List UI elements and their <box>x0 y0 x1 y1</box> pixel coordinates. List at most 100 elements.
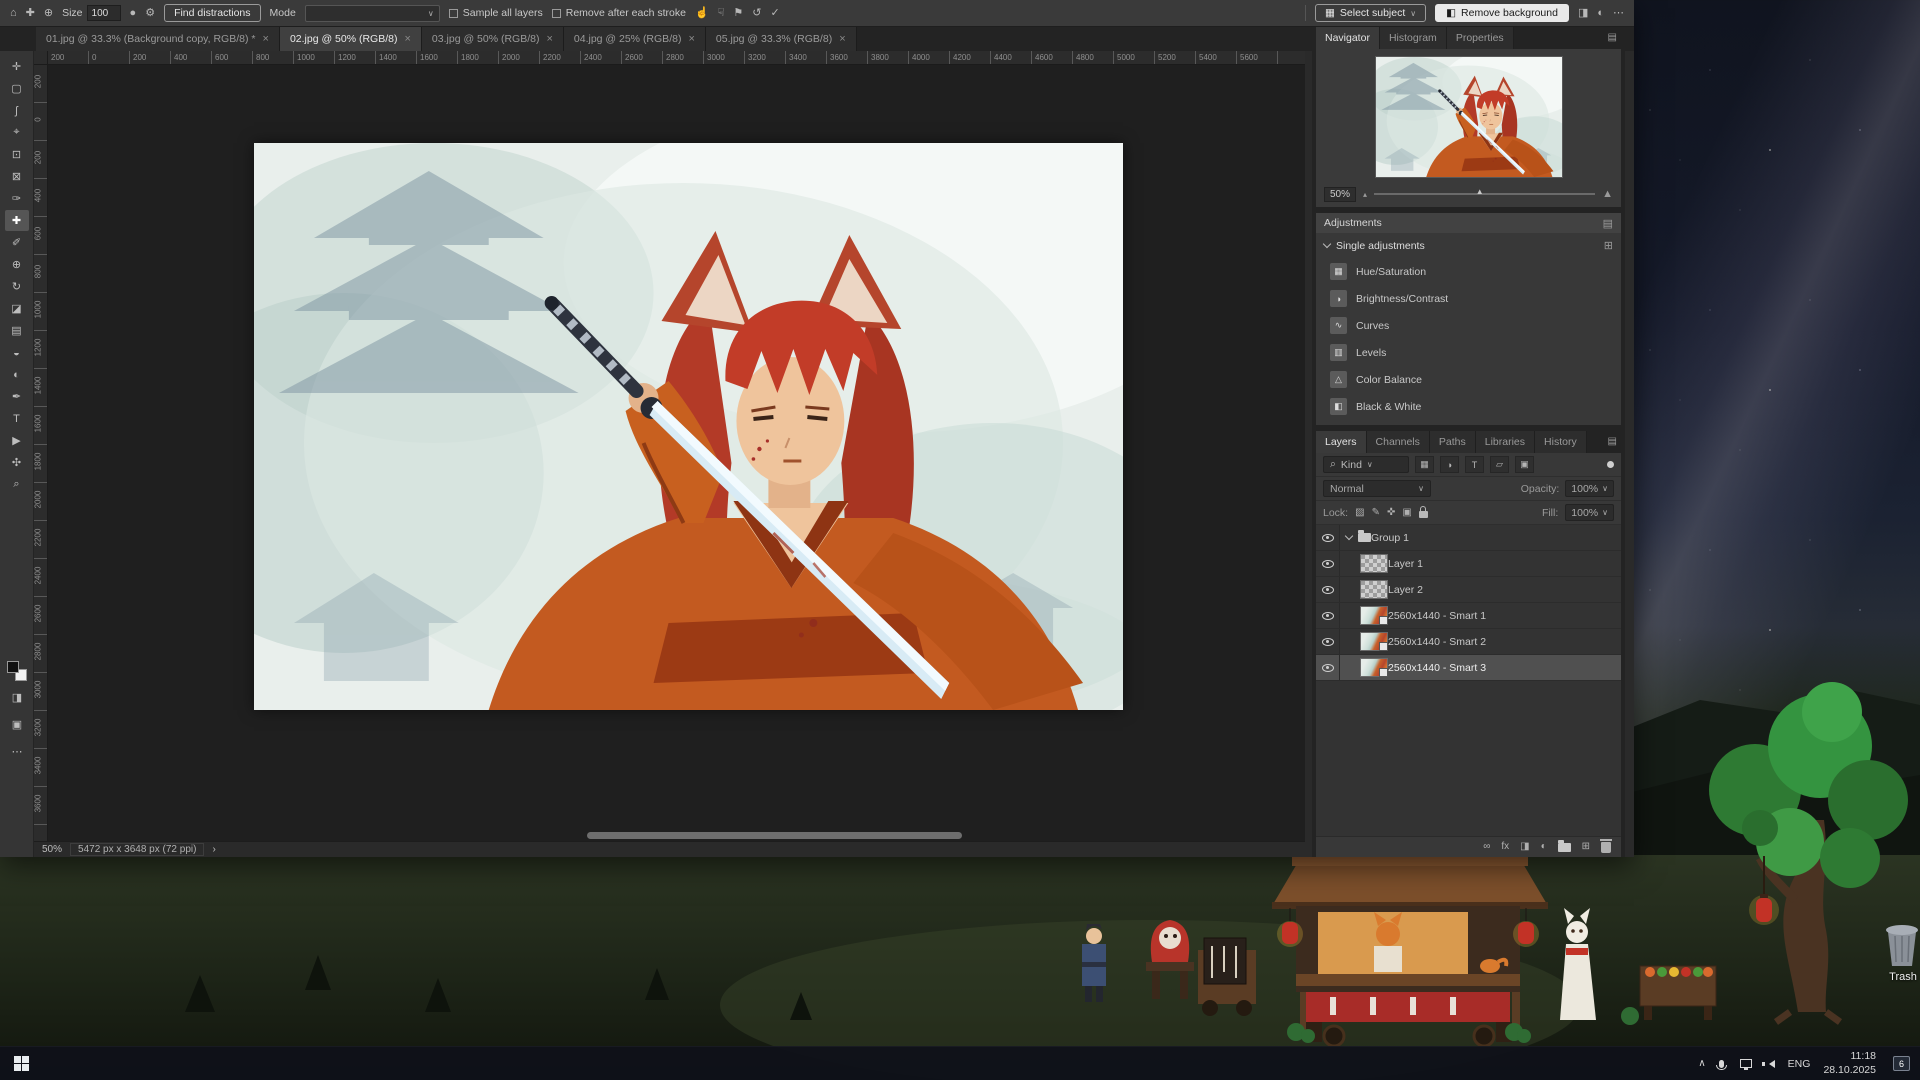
brush-tool[interactable]: ✐ <box>5 232 29 253</box>
notification-badge[interactable]: 6 <box>1893 1056 1910 1071</box>
tray-expand-icon[interactable]: ∧ <box>1698 1058 1705 1069</box>
zoom-in-icon[interactable]: ▲ <box>1602 188 1613 200</box>
pen-tool[interactable]: ✒ <box>5 386 29 407</box>
remove-tool[interactable]: ✚ <box>5 210 29 231</box>
link-layers-icon[interactable]: ∞ <box>1483 842 1490 852</box>
mask-icon[interactable]: ◨ <box>1578 8 1588 19</box>
gradient-tool[interactable]: ▤ <box>5 320 29 341</box>
select-subject-button[interactable]: ▦ Select subject ∨ <box>1315 4 1426 22</box>
color-swatches[interactable] <box>7 661 27 681</box>
layer-row[interactable]: 2560x1440 - Smart 3 <box>1316 655 1621 681</box>
navigator-zoom-value[interactable]: 50% <box>1324 187 1356 202</box>
contrast-icon[interactable]: ◐ <box>1597 8 1604 19</box>
visibility-toggle[interactable] <box>1316 603 1340 628</box>
more-options-icon[interactable]: ⋯ <box>1613 8 1624 19</box>
filter-toggle[interactable] <box>1607 461 1614 468</box>
brush-tip-icon[interactable]: ● <box>130 8 137 19</box>
navigator-thumbnail[interactable] <box>1375 56 1563 178</box>
lock-position-icon[interactable]: ✜ <box>1387 508 1395 518</box>
type-tool[interactable]: T <box>5 408 29 429</box>
gear-icon[interactable]: ⚙ <box>145 8 155 19</box>
tab-properties[interactable]: Properties <box>1447 27 1514 49</box>
new-group-icon[interactable] <box>1558 843 1571 852</box>
clock[interactable]: 11:18 28.10.2025 <box>1823 1050 1876 1076</box>
close-icon[interactable]: × <box>263 33 269 45</box>
opacity-value[interactable]: 100% ∨ <box>1565 480 1614 497</box>
adjustment-item[interactable]: ▦ Hue/Saturation <box>1316 258 1621 285</box>
chevron-down-icon[interactable] <box>1345 532 1353 540</box>
blend-mode-dropdown[interactable]: Normal ∨ <box>1323 480 1431 497</box>
lock-transparency-icon[interactable]: ▨ <box>1355 508 1364 518</box>
move-tool[interactable]: ✛ <box>5 56 29 77</box>
adjustment-layer-icon[interactable]: ◐ <box>1541 842 1547 852</box>
document-tab[interactable]: 05.jpg @ 33.3% (RGB/8) × <box>706 27 857 51</box>
visibility-toggle[interactable] <box>1316 525 1340 550</box>
layer-thumbnail[interactable] <box>1360 554 1388 573</box>
status-caret-icon[interactable]: › <box>212 844 215 855</box>
home-icon[interactable]: ⌂ <box>10 8 17 19</box>
foreground-color-swatch[interactable] <box>7 661 19 673</box>
volume-icon[interactable] <box>1765 1060 1775 1068</box>
windows-start-button[interactable] <box>14 1056 29 1071</box>
lock-pixels-icon[interactable]: ✎ <box>1372 508 1380 518</box>
layer-thumbnail[interactable] <box>1360 658 1388 677</box>
tab-paths[interactable]: Paths <box>1430 431 1476 453</box>
remove-background-button[interactable]: ◧ Remove background <box>1435 4 1569 22</box>
lasso-tool[interactable]: ʃ <box>5 100 29 121</box>
screen-mode-icon[interactable]: ▣ <box>5 714 29 735</box>
thumb-up-icon[interactable]: ☝ <box>695 8 709 19</box>
display-icon[interactable] <box>1740 1059 1752 1068</box>
tab-libraries[interactable]: Libraries <box>1476 431 1535 453</box>
single-adjustments-row[interactable]: Single adjustments ⊞ <box>1316 233 1621 258</box>
canvas-artwork[interactable] <box>254 143 1123 710</box>
filter-pixel-layers-icon[interactable]: ▦ <box>1415 456 1434 473</box>
lock-artboard-icon[interactable]: ▣ <box>1402 508 1411 518</box>
dodge-tool[interactable]: ◐ <box>5 364 29 385</box>
hand-tool[interactable]: ✣ <box>5 452 29 473</box>
close-icon[interactable]: × <box>404 33 410 45</box>
filter-shape-layers-icon[interactable]: ▱ <box>1490 456 1509 473</box>
document-tab[interactable]: 04.jpg @ 25% (RGB/8) × <box>564 27 706 51</box>
layer-thumbnail[interactable] <box>1360 632 1388 651</box>
object-selection-tool[interactable]: ⌖ <box>5 122 29 143</box>
clone-stamp-tool[interactable]: ⊕ <box>5 254 29 275</box>
layer-row[interactable]: Layer 1 <box>1316 551 1621 577</box>
horizontal-scrollbar[interactable] <box>587 832 962 839</box>
undo-icon[interactable]: ↺ <box>752 8 761 19</box>
panel-menu-icon[interactable]: ▤ <box>1603 217 1613 230</box>
pin-icon[interactable]: ⚑ <box>733 8 743 19</box>
blur-tool[interactable]: ◒ <box>5 342 29 363</box>
trash-label[interactable]: Trash <box>1872 971 1920 983</box>
layer-row[interactable]: 2560x1440 - Smart 1 <box>1316 603 1621 629</box>
history-brush-tool[interactable]: ↻ <box>5 276 29 297</box>
sample-all-layers-checkbox[interactable]: Sample all layers <box>449 7 543 19</box>
visibility-toggle[interactable] <box>1316 629 1340 654</box>
close-icon[interactable]: × <box>688 33 694 45</box>
size-input[interactable] <box>87 5 121 21</box>
ruler-corner[interactable] <box>34 51 48 65</box>
tab-histogram[interactable]: Histogram <box>1380 27 1447 49</box>
eraser-tool[interactable]: ◪ <box>5 298 29 319</box>
tab-layers[interactable]: Layers <box>1316 431 1367 453</box>
panel-menu-icon[interactable]: ▤ <box>1604 431 1621 453</box>
zoom-slider[interactable]: ▲ <box>1374 193 1595 195</box>
panel-menu-icon[interactable]: ▤ <box>1604 27 1621 49</box>
grid-view-icon[interactable]: ⊞ <box>1604 239 1613 252</box>
kind-filter-dropdown[interactable]: ⌕ Kind ∨ <box>1323 456 1409 473</box>
toolbar-more-icon[interactable]: ⋯ <box>5 741 29 762</box>
new-layer-icon[interactable]: ⊞ <box>1582 842 1590 852</box>
commit-icon[interactable]: ✓ <box>770 8 779 19</box>
adjustment-item[interactable]: ∿ Curves <box>1316 312 1621 339</box>
tool-preset-icon[interactable]: ✚ <box>26 8 35 19</box>
layer-row[interactable]: Layer 2 <box>1316 577 1621 603</box>
cursor-add-icon[interactable]: ⊕ <box>44 8 53 19</box>
mode-dropdown[interactable]: ∨ <box>305 5 440 22</box>
adjustment-item[interactable]: △ Color Balance <box>1316 366 1621 393</box>
frame-tool[interactable]: ⊠ <box>5 166 29 187</box>
layer-thumbnail[interactable] <box>1360 606 1388 625</box>
zoom-out-icon[interactable]: ▴ <box>1363 190 1367 199</box>
zoom-slider-handle[interactable]: ▲ <box>1476 187 1484 196</box>
path-selection-tool[interactable]: ▶ <box>5 430 29 451</box>
status-zoom[interactable]: 50% <box>42 844 62 855</box>
marquee-tool[interactable]: ▢ <box>5 78 29 99</box>
